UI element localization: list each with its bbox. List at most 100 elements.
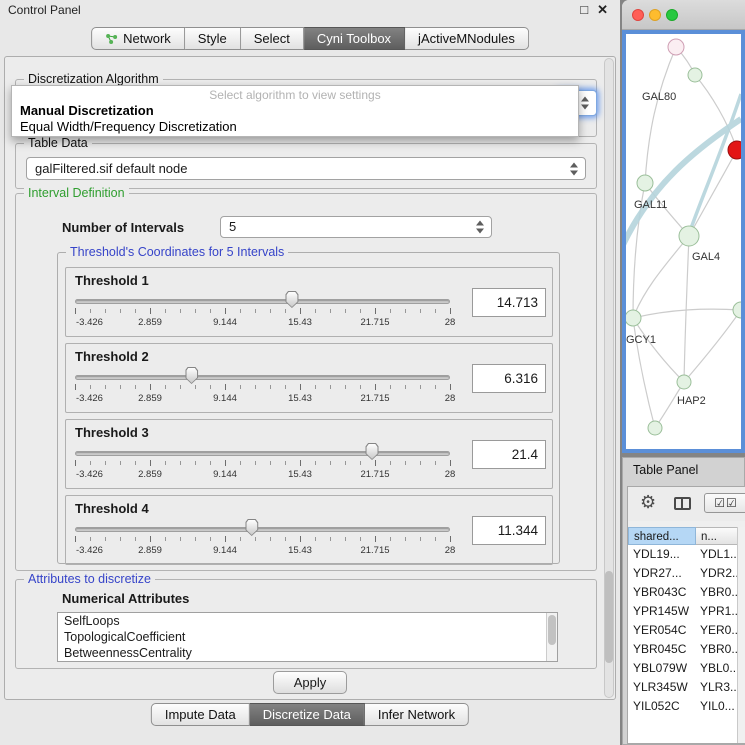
table-row[interactable]: YPR145WYPR1... <box>628 602 739 621</box>
interval-definition-group: Interval Definition Number of Intervals … <box>15 193 597 571</box>
threshold-3-slider[interactable]: -3.4262.8599.14415.4321.71528 <box>75 442 451 486</box>
node-label: HAP2 <box>677 395 706 407</box>
slider-thumb[interactable] <box>366 443 379 460</box>
table-row[interactable]: YER054CYER0... <box>628 621 739 640</box>
threshold-1-label: Threshold 1 <box>75 273 149 288</box>
scrollbar-thumb[interactable] <box>605 571 613 663</box>
tab-network[interactable]: Network <box>91 27 185 50</box>
slider-track[interactable] <box>75 527 450 532</box>
node-label: GAL80 <box>642 91 676 103</box>
table-data-select[interactable]: galFiltered.sif default node <box>26 157 586 180</box>
table-row[interactable]: YDL19...YDL1... <box>628 545 739 564</box>
threshold-4-label: Threshold 4 <box>75 501 149 516</box>
stepper-icon <box>581 96 590 111</box>
table-scrollbar[interactable] <box>737 527 745 743</box>
control-panel: Control Panel □ ✕ Network Style Select C… <box>0 0 620 745</box>
number-of-intervals-value: 5 <box>229 217 471 237</box>
slider-ticks <box>75 308 451 314</box>
threshold-3-value-field[interactable]: 21.4 <box>472 440 546 469</box>
list-item[interactable]: TopologicalCoefficient <box>58 629 557 645</box>
slider-thumb[interactable] <box>245 519 258 536</box>
apply-button[interactable]: Apply <box>273 671 347 694</box>
control-panel-titlebar: Control Panel □ ✕ <box>0 0 620 20</box>
slider-scale: -3.4262.8599.14415.4321.71528 <box>75 317 451 329</box>
algorithm-dropdown-popup: Select algorithm to view settings Manual… <box>11 85 579 137</box>
stepper-icon <box>476 220 485 235</box>
table-window: ⚙ ☑☑ shared... n... YDL19...YDL1... YDR2… <box>627 486 745 744</box>
network-window-titlebar <box>622 0 745 30</box>
panel-title: Control Panel <box>8 3 81 17</box>
network-node[interactable] <box>668 39 684 55</box>
threshold-4-value-field[interactable]: 11.344 <box>472 516 546 545</box>
table-row[interactable]: YDR27...YDR2... <box>628 564 739 583</box>
network-node-gcy1[interactable] <box>626 310 641 326</box>
network-canvas[interactable]: GAL80 GAL11 GAL4 GCY1 HAP2 <box>622 30 745 453</box>
control-panel-scrollbar[interactable] <box>604 58 614 698</box>
network-node-hap2[interactable] <box>677 375 691 389</box>
list-item[interactable]: BetweennessCentrality <box>58 645 557 661</box>
table-row[interactable]: YIL052CYIL0... <box>628 697 739 716</box>
threshold-3-label: Threshold 3 <box>75 425 149 440</box>
threshold-1-panel: Threshold 1 -3.4262.8599.14415.4321.7152… <box>65 267 553 337</box>
network-node[interactable] <box>648 421 662 435</box>
threshold-2-slider[interactable]: -3.4262.8599.14415.4321.71528 <box>75 366 451 410</box>
slider-scale: -3.4262.8599.14415.4321.71528 <box>75 393 451 405</box>
zoom-traffic-icon[interactable] <box>666 9 678 21</box>
close-traffic-icon[interactable] <box>632 9 644 21</box>
threshold-4-slider[interactable]: -3.4262.8599.14415.4321.71528 <box>75 518 451 562</box>
minimize-traffic-icon[interactable] <box>649 9 661 21</box>
threshold-4-panel: Threshold 4 -3.4262.8599.14415.4321.7152… <box>65 495 553 565</box>
table-row[interactable]: YLR345WYLR3... <box>628 678 739 697</box>
table-row[interactable]: YBR045CYBR0... <box>628 640 739 659</box>
threshold-3-panel: Threshold 3 -3.4262.8599.14415.4321.7152… <box>65 419 553 489</box>
tab-label: Network <box>123 31 171 46</box>
numerical-attributes-list[interactable]: SelfLoops TopologicalCoefficient Between… <box>57 612 558 662</box>
float-window-icon[interactable]: □ <box>580 2 588 18</box>
slider-ticks <box>75 384 451 390</box>
tab-infer-network[interactable]: Infer Network <box>365 703 469 726</box>
gear-icon[interactable]: ⚙ <box>640 492 656 513</box>
slider-track[interactable] <box>75 299 450 304</box>
tab-discretize-data[interactable]: Discretize Data <box>250 703 365 726</box>
network-node-gal4[interactable] <box>679 226 699 246</box>
slider-track[interactable] <box>75 451 450 456</box>
table-toolbar: ⚙ ☑☑ <box>628 487 745 521</box>
group-title: Attributes to discretize <box>24 572 155 586</box>
table-panel: Table Panel ⚙ ☑☑ shared... n... YDL19...… <box>622 457 745 745</box>
dropdown-option-equal-width[interactable]: Equal Width/Frequency Discretization <box>20 119 237 134</box>
columns-icon[interactable] <box>674 497 691 510</box>
close-icon[interactable]: ✕ <box>597 2 608 18</box>
list-scrollbar[interactable] <box>546 613 557 661</box>
table-body: YDL19...YDL1... YDR27...YDR2... YBR043CY… <box>628 545 739 743</box>
list-item[interactable]: SelfLoops <box>58 613 557 629</box>
select-columns-button[interactable]: ☑☑ <box>704 493 745 513</box>
slider-thumb[interactable] <box>185 367 198 384</box>
table-row[interactable]: YBR043CYBR0... <box>628 583 739 602</box>
number-of-intervals-label: Number of Intervals <box>62 220 184 235</box>
tab-cyni-toolbox[interactable]: Cyni Toolbox <box>304 27 405 50</box>
tab-style[interactable]: Style <box>185 27 241 50</box>
network-node-gal11[interactable] <box>637 175 653 191</box>
slider-scale: -3.4262.8599.14415.4321.71528 <box>75 469 451 481</box>
tab-select[interactable]: Select <box>241 27 304 50</box>
network-node[interactable] <box>688 68 702 82</box>
threshold-1-slider[interactable]: -3.4262.8599.14415.4321.71528 <box>75 290 451 334</box>
selected-network-node[interactable] <box>728 141 741 159</box>
table-row[interactable]: YBL079WYBL0... <box>628 659 739 678</box>
network-node[interactable] <box>733 302 741 318</box>
slider-track[interactable] <box>75 375 450 380</box>
tab-jactivemnodules[interactable]: jActiveMNodules <box>405 27 529 50</box>
column-header-name[interactable]: n... <box>696 527 739 545</box>
network-view-window: GAL80 GAL11 GAL4 GCY1 HAP2 <box>622 0 745 453</box>
slider-thumb[interactable] <box>285 291 298 308</box>
table-data-value: galFiltered.sif default node <box>35 158 565 179</box>
threshold-1-value-field[interactable]: 14.713 <box>472 288 546 317</box>
dropdown-option-manual[interactable]: Manual Discretization <box>20 103 154 118</box>
threshold-2-value-field[interactable]: 6.316 <box>472 364 546 393</box>
number-of-intervals-select[interactable]: 5 <box>220 216 492 238</box>
slider-ticks <box>75 536 451 542</box>
tab-impute-data[interactable]: Impute Data <box>151 703 250 726</box>
desktop: Control Panel □ ✕ Network Style Select C… <box>0 0 745 745</box>
dropdown-placeholder-item[interactable]: Select algorithm to view settings <box>12 88 578 102</box>
column-header-shared-name[interactable]: shared... <box>628 527 696 545</box>
